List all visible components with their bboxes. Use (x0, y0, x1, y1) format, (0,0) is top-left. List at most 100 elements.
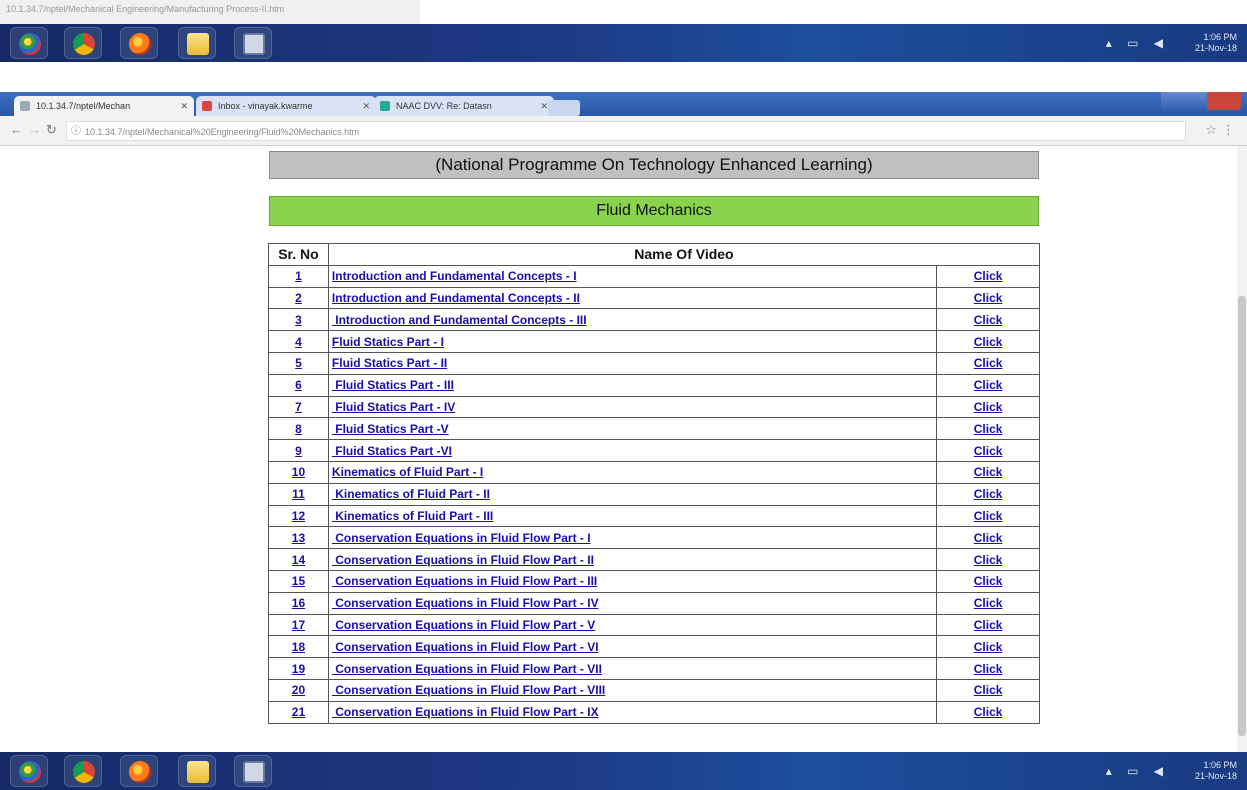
new-tab-button[interactable] (548, 100, 580, 116)
table-row: 13 Conservation Equations in Fluid Flow … (268, 526, 1040, 550)
click-link[interactable]: Click (974, 662, 1003, 676)
reload-icon[interactable]: ↻ (46, 122, 57, 138)
video-title-link[interactable]: Conservation Equations in Fluid Flow Par… (332, 531, 590, 545)
video-number-link[interactable]: 15 (292, 574, 305, 588)
video-title-link[interactable]: Fluid Statics Part -VI (332, 444, 452, 458)
video-number-link[interactable]: 5 (295, 356, 302, 370)
firefox-icon (129, 33, 151, 55)
click-link[interactable]: Click (974, 335, 1003, 349)
forward-arrow-icon[interactable]: → (28, 122, 41, 137)
video-title-link[interactable]: Fluid Statics Part - I (332, 335, 444, 349)
bookmark-star-icon[interactable]: ☆ (1205, 122, 1217, 138)
click-link[interactable]: Click (974, 531, 1003, 545)
start-button[interactable] (10, 27, 48, 59)
clock[interactable]: 1:06 PM 21-Nov-18 (1195, 760, 1237, 782)
taskbar-firefox-button[interactable] (120, 755, 158, 787)
page-scrollbar[interactable] (1237, 146, 1247, 752)
url-input[interactable]: ⓘ 10.1.34.7/nptel/Mechanical%20Engineeri… (66, 121, 1186, 141)
click-link[interactable]: Click (974, 356, 1003, 370)
click-link[interactable]: Click (974, 509, 1003, 523)
video-number-link[interactable]: 2 (295, 291, 302, 305)
video-title-link[interactable]: Conservation Equations in Fluid Flow Par… (332, 618, 595, 632)
video-number-link[interactable]: 19 (292, 662, 305, 676)
video-number-link[interactable]: 10 (292, 465, 305, 479)
video-title-link[interactable]: Fluid Statics Part - IV (332, 400, 455, 414)
back-arrow-icon[interactable]: ← (10, 122, 23, 137)
video-number-link[interactable]: 6 (295, 378, 302, 392)
page-icon (20, 101, 30, 111)
click-link[interactable]: Click (974, 596, 1003, 610)
taskbar-firefox-button[interactable] (120, 27, 158, 59)
click-link[interactable]: Click (974, 683, 1003, 697)
click-link[interactable]: Click (974, 313, 1003, 327)
video-number-link[interactable]: 20 (292, 683, 305, 697)
tab-inbox[interactable]: Inbox - vinayak.kwarme ✕ (196, 96, 376, 116)
video-title-link[interactable]: Kinematics of Fluid Part - II (332, 487, 490, 501)
video-number-link[interactable]: 7 (295, 400, 302, 414)
click-link[interactable]: Click (974, 640, 1003, 654)
video-title-link[interactable]: Conservation Equations in Fluid Flow Par… (332, 705, 598, 719)
video-number-link[interactable]: 1 (295, 269, 302, 283)
tab-fluid-mechanics[interactable]: 10.1.34.7/nptel/Mechan ✕ (14, 96, 194, 116)
video-title-link[interactable]: Conservation Equations in Fluid Flow Par… (332, 640, 598, 654)
table-row: 15 Conservation Equations in Fluid Flow … (268, 569, 1040, 593)
video-title-link[interactable]: Fluid Statics Part - II (332, 356, 447, 370)
start-button[interactable] (10, 755, 48, 787)
video-number-link[interactable]: 16 (292, 596, 305, 610)
video-number-link[interactable]: 17 (292, 618, 305, 632)
close-tab-icon[interactable]: ✕ (362, 96, 370, 116)
click-link[interactable]: Click (974, 553, 1003, 567)
video-title-link[interactable]: Introduction and Fundamental Concepts - … (332, 313, 586, 327)
tray-icons[interactable]: ▴ ▭ ◀ (1106, 764, 1169, 778)
video-number-link[interactable]: 4 (295, 335, 302, 349)
click-link[interactable]: Click (974, 422, 1003, 436)
video-number-link[interactable]: 21 (292, 705, 305, 719)
click-link[interactable]: Click (974, 574, 1003, 588)
video-number-link[interactable]: 14 (292, 553, 305, 567)
video-number-link[interactable]: 13 (292, 531, 305, 545)
video-number-link[interactable]: 18 (292, 640, 305, 654)
click-link[interactable]: Click (974, 465, 1003, 479)
clock[interactable]: 1:06 PM 21-Nov-18 (1195, 32, 1237, 54)
sheet-icon (380, 101, 390, 111)
click-link[interactable]: Click (974, 705, 1003, 719)
tab-naac[interactable]: NAAC DVV: Re: Datasn ✕ (374, 96, 554, 116)
video-title-link[interactable]: Conservation Equations in Fluid Flow Par… (332, 662, 602, 676)
taskbar-app-button[interactable] (234, 755, 272, 787)
video-number-link[interactable]: 3 (295, 313, 302, 327)
click-link[interactable]: Click (974, 378, 1003, 392)
taskbar-app-button[interactable] (234, 27, 272, 59)
click-link[interactable]: Click (974, 444, 1003, 458)
video-number-link[interactable]: 11 (292, 487, 305, 501)
video-title-link[interactable]: Introduction and Fundamental Concepts - … (332, 269, 577, 283)
close-tab-icon[interactable]: ✕ (540, 96, 548, 116)
video-title-link[interactable]: Conservation Equations in Fluid Flow Par… (332, 574, 597, 588)
table-row: 19 Conservation Equations in Fluid Flow … (268, 657, 1040, 680)
video-number-link[interactable]: 12 (292, 509, 305, 523)
click-link[interactable]: Click (974, 400, 1003, 414)
click-link[interactable]: Click (974, 487, 1003, 501)
click-link[interactable]: Click (974, 291, 1003, 305)
video-title-link[interactable]: Fluid Statics Part -V (332, 422, 448, 436)
scroll-thumb[interactable] (1238, 296, 1246, 736)
taskbar-chrome-button[interactable] (64, 755, 102, 787)
video-title-link[interactable]: Kinematics of Fluid Part - III (332, 509, 493, 523)
video-number-link[interactable]: 9 (295, 444, 302, 458)
close-tab-icon[interactable]: ✕ (180, 96, 188, 116)
taskbar-explorer-button[interactable] (178, 27, 216, 59)
taskbar-chrome-button[interactable] (64, 27, 102, 59)
video-title-link[interactable]: Fluid Statics Part - III (332, 378, 454, 392)
video-title-link[interactable]: Introduction and Fundamental Concepts - … (332, 291, 580, 305)
tray-icons[interactable]: ▴ ▭ ◀ (1106, 36, 1169, 50)
video-title-link[interactable]: Conservation Equations in Fluid Flow Par… (332, 596, 598, 610)
header-name-of-video: Name Of Video (327, 243, 1041, 266)
click-link[interactable]: Click (974, 618, 1003, 632)
menu-dots-icon[interactable]: ⋮ (1222, 122, 1235, 138)
video-number-link[interactable]: 8 (295, 422, 302, 436)
close-window-button[interactable] (1207, 92, 1241, 110)
video-title-link[interactable]: Conservation Equations in Fluid Flow Par… (332, 683, 605, 697)
click-link[interactable]: Click (974, 269, 1003, 283)
taskbar-explorer-button[interactable] (178, 755, 216, 787)
video-title-link[interactable]: Conservation Equations in Fluid Flow Par… (332, 553, 594, 567)
video-title-link[interactable]: Kinematics of Fluid Part - I (332, 465, 483, 479)
